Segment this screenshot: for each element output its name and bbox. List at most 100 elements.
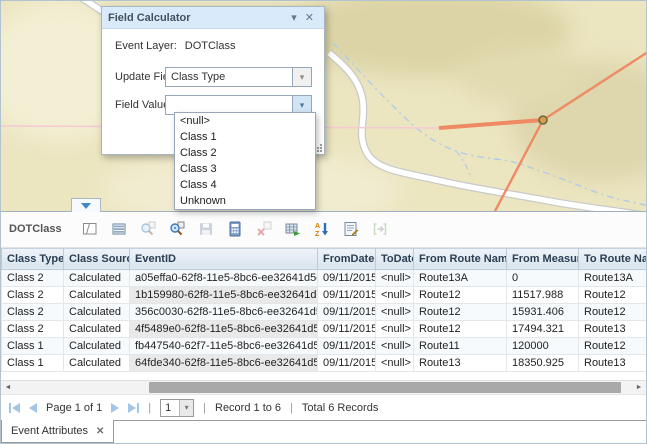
cell-to-date[interactable]: <null>	[376, 354, 414, 371]
dropdown-option[interactable]: <null>	[175, 113, 315, 129]
panel-collapse-tab[interactable]	[71, 198, 101, 212]
tab-event-attributes[interactable]: Event Attributes ✕	[1, 420, 114, 443]
table-row[interactable]: Class 2 Calculated 356c0030-62f8-11e5-8b…	[2, 303, 647, 320]
cell-from-date[interactable]: 09/11/2015	[318, 303, 376, 320]
dropdown-option[interactable]: Class 1	[175, 129, 315, 145]
cell-event-id[interactable]: fb447540-62f7-11e5-8bc6-ee32641d5ec9	[130, 337, 318, 354]
previous-page-button[interactable]	[29, 403, 37, 413]
column-header[interactable]: FromDate	[318, 248, 376, 269]
cell-from-route[interactable]: Route12	[414, 303, 507, 320]
cell-class-source[interactable]: Calculated	[64, 337, 130, 354]
table-row[interactable]: Class 1 Calculated 64fde340-62f8-11e5-8b…	[2, 354, 647, 371]
dropdown-option[interactable]: Unknown	[175, 193, 315, 209]
cell-from-measure[interactable]: 0	[507, 269, 579, 286]
cell-from-measure[interactable]: 18350.925	[507, 354, 579, 371]
delete-selected-icon[interactable]	[256, 221, 273, 238]
cell-from-date[interactable]: 09/11/2015	[318, 269, 376, 286]
cell-from-route[interactable]: Route13	[414, 354, 507, 371]
scroll-right-icon[interactable]: ►	[632, 381, 646, 394]
cell-from-measure[interactable]: 17494.321	[507, 320, 579, 337]
cell-class-type[interactable]: Class 2	[2, 303, 64, 320]
table-row[interactable]: Class 1 Calculated fb447540-62f7-11e5-8b…	[2, 337, 647, 354]
cell-from-date[interactable]: 09/11/2015	[318, 337, 376, 354]
cell-event-id[interactable]: 356c0030-62f8-11e5-8bc6-ee32641d5ec9	[130, 303, 318, 320]
last-page-button[interactable]	[128, 403, 139, 413]
cell-class-type[interactable]: Class 2	[2, 286, 64, 303]
minimize-icon[interactable]: ▾	[287, 8, 301, 28]
first-page-button[interactable]	[9, 403, 20, 413]
show-all-records-icon[interactable]	[111, 221, 128, 238]
cell-from-measure[interactable]: 11517.988	[507, 286, 579, 303]
dropdown-option[interactable]: Class 3	[175, 161, 315, 177]
pan-to-selected-icon[interactable]	[169, 221, 186, 238]
dialog-titlebar[interactable]: Field Calculator ▾ ✕	[102, 7, 324, 29]
cell-class-type[interactable]: Class 1	[2, 337, 64, 354]
cell-class-type[interactable]: Class 2	[2, 320, 64, 337]
column-header[interactable]: Class Source	[64, 248, 130, 269]
cell-class-source[interactable]: Calculated	[64, 354, 130, 371]
page-number-select[interactable]: 1 ▾	[160, 399, 194, 417]
cell-class-source[interactable]: Calculated	[64, 303, 130, 320]
page-select-caret-icon[interactable]: ▾	[179, 400, 193, 416]
cell-to-date[interactable]: <null>	[376, 337, 414, 354]
cell-to-route[interactable]: Route13A	[579, 269, 647, 286]
cell-to-date[interactable]: <null>	[376, 286, 414, 303]
next-page-button[interactable]	[111, 403, 119, 413]
cell-from-date[interactable]: 09/11/2015	[318, 354, 376, 371]
select-tool-icon[interactable]	[82, 221, 99, 238]
cell-class-type[interactable]: Class 1	[2, 354, 64, 371]
cell-from-date[interactable]: 09/11/2015	[318, 286, 376, 303]
save-edits-icon[interactable]	[198, 221, 215, 238]
cell-event-id[interactable]: 1b159980-62f8-11e5-8bc6-ee32641d5ec9	[130, 286, 318, 303]
column-header[interactable]: ToDate	[376, 248, 414, 269]
cell-to-route[interactable]: Route12	[579, 303, 647, 320]
scrollbar-thumb[interactable]	[149, 382, 621, 393]
cell-to-date[interactable]: <null>	[376, 303, 414, 320]
table-row[interactable]: Class 2 Calculated 1b159980-62f8-11e5-8b…	[2, 286, 647, 303]
tab-close-icon[interactable]: ✕	[96, 426, 104, 437]
cell-from-route[interactable]: Route13A	[414, 269, 507, 286]
attribute-toolbar: DOTClass	[1, 212, 646, 248]
cell-to-route[interactable]: Route12	[579, 337, 647, 354]
cell-class-type[interactable]: Class 2	[2, 269, 64, 286]
app-window: Field Calculator ▾ ✕ Event Layer: DOTCla…	[0, 0, 647, 444]
go-to-measure-icon[interactable]	[372, 221, 389, 238]
cell-from-date[interactable]: 09/11/2015	[318, 320, 376, 337]
append-records-icon[interactable]	[285, 221, 302, 238]
cell-from-measure[interactable]: 120000	[507, 337, 579, 354]
update-field-combobox[interactable]: Class Type ▾	[165, 67, 312, 87]
cell-class-source[interactable]: Calculated	[64, 320, 130, 337]
close-icon[interactable]: ✕	[301, 8, 318, 28]
cell-to-date[interactable]: <null>	[376, 269, 414, 286]
cell-to-route[interactable]: Route12	[579, 286, 647, 303]
cell-class-source[interactable]: Calculated	[64, 286, 130, 303]
horizontal-scrollbar[interactable]: ◄ ►	[1, 380, 646, 395]
column-header[interactable]: From Route Name	[414, 248, 507, 269]
zoom-to-selected-icon[interactable]	[140, 221, 157, 238]
cell-class-source[interactable]: Calculated	[64, 269, 130, 286]
table-row[interactable]: Class 2 Calculated 4f5489e0-62f8-11e5-8b…	[2, 320, 647, 337]
page-status-text: Page 1 of 1	[46, 402, 102, 414]
column-header[interactable]: EventID	[130, 248, 318, 269]
cell-event-id[interactable]: a05effa0-62f8-11e5-8bc6-ee32641d5ec9	[130, 269, 318, 286]
table-row[interactable]: Class 2 Calculated a05effa0-62f8-11e5-8b…	[2, 269, 647, 286]
cell-from-route[interactable]: Route12	[414, 286, 507, 303]
cell-to-route[interactable]: Route13	[579, 320, 647, 337]
field-calculator-icon[interactable]	[227, 221, 244, 238]
cell-to-date[interactable]: <null>	[376, 320, 414, 337]
cell-from-route[interactable]: Route11	[414, 337, 507, 354]
dropdown-option[interactable]: Class 2	[175, 145, 315, 161]
cell-from-route[interactable]: Route12	[414, 320, 507, 337]
column-header[interactable]: Class Type	[2, 248, 64, 269]
dropdown-option[interactable]: Class 4	[175, 177, 315, 193]
cell-from-measure[interactable]: 15931.406	[507, 303, 579, 320]
column-header[interactable]: From Measure	[507, 248, 579, 269]
sort-records-icon[interactable]: AZ	[314, 221, 331, 238]
column-header[interactable]: To Route Name	[579, 248, 647, 269]
cell-event-id[interactable]: 64fde340-62f8-11e5-8bc6-ee32641d5ec9	[130, 354, 318, 371]
attribute-form-icon[interactable]	[343, 221, 360, 238]
scroll-left-icon[interactable]: ◄	[1, 381, 15, 394]
cell-event-id[interactable]: 4f5489e0-62f8-11e5-8bc6-ee32641d5ec9	[130, 320, 318, 337]
update-field-caret-icon[interactable]: ▾	[292, 68, 311, 86]
cell-to-route[interactable]: Route13	[579, 354, 647, 371]
